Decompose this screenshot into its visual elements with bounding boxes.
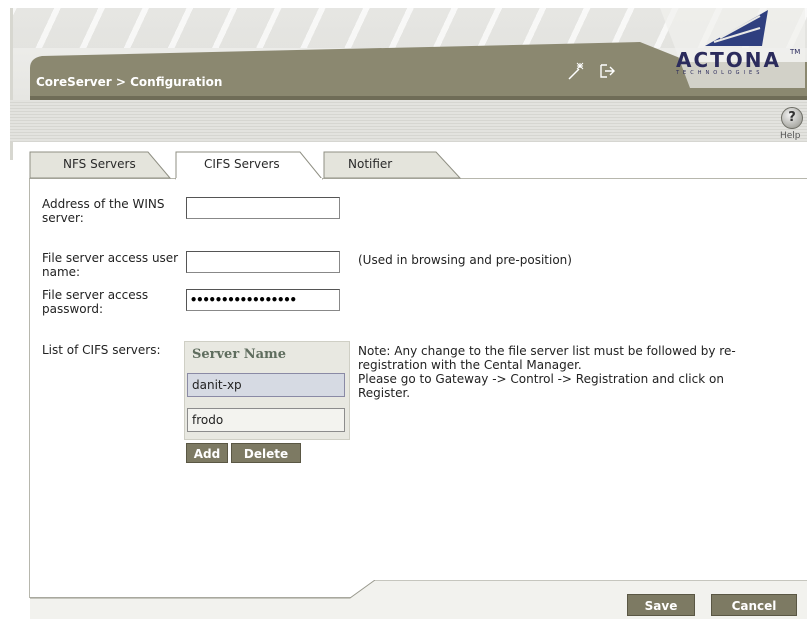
help-button[interactable]: ? Help	[777, 107, 803, 147]
wins-server-input[interactable]	[186, 197, 340, 219]
tab-label: NFS Servers	[63, 157, 136, 171]
server-row[interactable]: frodo	[187, 408, 345, 432]
server-name-column-header: Server Name	[192, 347, 287, 362]
tab-cifs-servers[interactable]: CIFS Servers	[176, 150, 322, 178]
exit-icon[interactable]	[596, 60, 618, 82]
user-name-input[interactable]	[186, 251, 340, 273]
server-row-selected[interactable]: danit-xp	[187, 373, 345, 397]
cifs-list-label: List of CIFS servers:	[42, 343, 161, 357]
app-window: CoreServer > Configuration ACTONA TM TEC…	[0, 0, 807, 619]
wand-icon[interactable]	[565, 60, 587, 82]
password-label: File server access password:	[42, 288, 149, 316]
wins-label: Address of the WINS server:	[42, 197, 165, 225]
password-mask: •••••••••••••••••	[190, 293, 297, 307]
logo-trademark: TM	[790, 48, 801, 56]
tab-notifier[interactable]: Notifier	[324, 150, 460, 178]
help-icon: ?	[781, 107, 803, 129]
password-input[interactable]: •••••••••••••••••	[186, 289, 340, 311]
delete-button[interactable]: Delete	[231, 443, 301, 463]
breadcrumb: CoreServer > Configuration	[36, 75, 223, 89]
tab-label: Notifier	[348, 157, 393, 171]
toolbar-band	[10, 100, 807, 142]
add-button[interactable]: Add	[186, 443, 228, 463]
user-name-hint: (Used in browsing and pre-position)	[358, 253, 572, 267]
logo-subtitle: TECHNOLOGIES	[676, 70, 764, 76]
registration-note: Note: Any change to the file server list…	[358, 344, 736, 400]
user-name-label: File server access user name:	[42, 251, 179, 279]
cancel-button[interactable]: Cancel	[711, 594, 797, 616]
help-label: Help	[780, 131, 801, 141]
tab-label: CIFS Servers	[204, 157, 280, 171]
save-button[interactable]: Save	[627, 594, 695, 616]
logo-wordmark: ACTONA	[676, 48, 782, 72]
tab-nfs-servers[interactable]: NFS Servers	[30, 150, 170, 178]
